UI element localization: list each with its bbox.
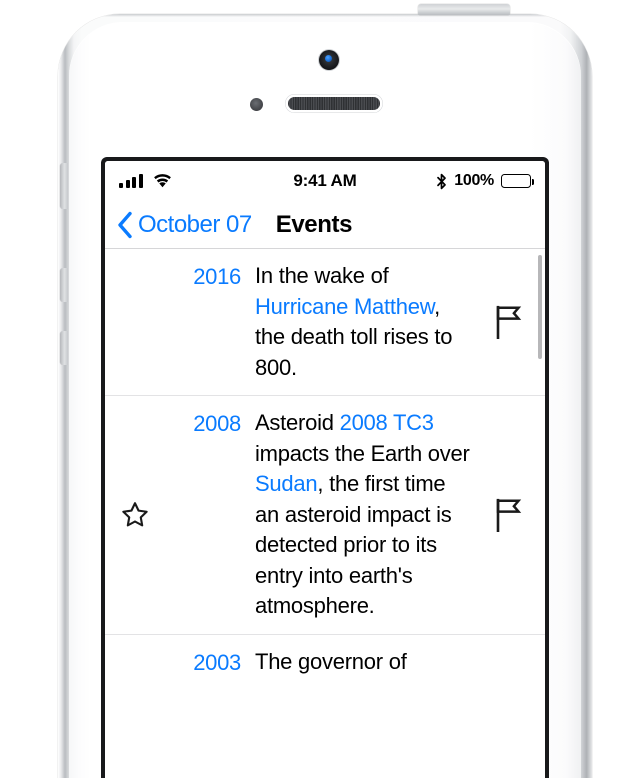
volume-down-button[interactable] (60, 331, 68, 365)
power-button[interactable] (418, 4, 510, 15)
flag-outline-icon[interactable] (494, 305, 524, 339)
flag-outline-icon[interactable] (494, 498, 524, 532)
event-text: The governor of (241, 647, 481, 678)
table-row[interactable]: 2016 In the wake of Hurricane Matthew, t… (105, 249, 545, 395)
screenshot-root: 9:41 AM 100% October 07 Events 2016 In t… (0, 0, 640, 778)
back-button-label: October 07 (138, 210, 252, 238)
proximity-sensor-icon (250, 98, 263, 111)
event-year: 2008 (193, 411, 241, 436)
signal-bars-icon (119, 174, 143, 188)
event-text: In the wake of Hurricane Matthew, the de… (241, 261, 481, 383)
event-link[interactable]: Hurricane Matthew (255, 294, 434, 319)
events-list[interactable]: 2016 In the wake of Hurricane Matthew, t… (105, 249, 545, 778)
row-star-slot[interactable] (105, 500, 165, 530)
scrollbar-indicator[interactable] (538, 255, 542, 359)
chevron-left-icon (117, 211, 133, 239)
row-flag-slot[interactable] (481, 498, 537, 532)
event-text-segment: The governor of (255, 648, 407, 674)
row-flag-slot[interactable] (481, 305, 537, 339)
table-row[interactable]: 2008 Asteroid 2008 TC3 impacts the Earth… (105, 395, 545, 634)
event-text: Asteroid 2008 TC3 impacts the Earth over… (241, 408, 481, 622)
bluetooth-icon (436, 173, 447, 190)
wifi-icon (153, 174, 172, 188)
front-camera-icon (319, 50, 339, 70)
earpiece-speaker (288, 97, 380, 110)
event-text-segment: Asteroid (255, 410, 340, 435)
star-outline-icon[interactable] (120, 500, 150, 530)
event-link[interactable]: 2008 TC3 (340, 410, 434, 435)
ring-silent-switch[interactable] (60, 163, 68, 209)
status-bar-time: 9:41 AM (293, 171, 357, 190)
status-bar-right: 100% (357, 172, 534, 190)
battery-percent-label: 100% (454, 172, 494, 189)
device-screen: 9:41 AM 100% October 07 Events 2016 In t… (105, 161, 545, 778)
event-year: 2003 (193, 649, 241, 675)
event-text-segment: impacts the Earth over (255, 440, 470, 466)
battery-full-icon (501, 174, 534, 188)
volume-up-button[interactable] (60, 268, 68, 302)
status-bar-left (119, 174, 293, 188)
status-bar: 9:41 AM 100% (105, 161, 545, 201)
table-row[interactable]: 2003 The governor of (105, 633, 545, 689)
navigation-bar: October 07 Events (105, 201, 545, 249)
page-title: Events (275, 210, 353, 238)
back-button[interactable]: October 07 (117, 211, 252, 239)
event-text-segment: In the wake of (255, 263, 389, 288)
event-year: 2016 (193, 264, 241, 289)
event-link[interactable]: Sudan (255, 471, 318, 496)
screen-bezel: 9:41 AM 100% October 07 Events 2016 In t… (101, 157, 549, 778)
